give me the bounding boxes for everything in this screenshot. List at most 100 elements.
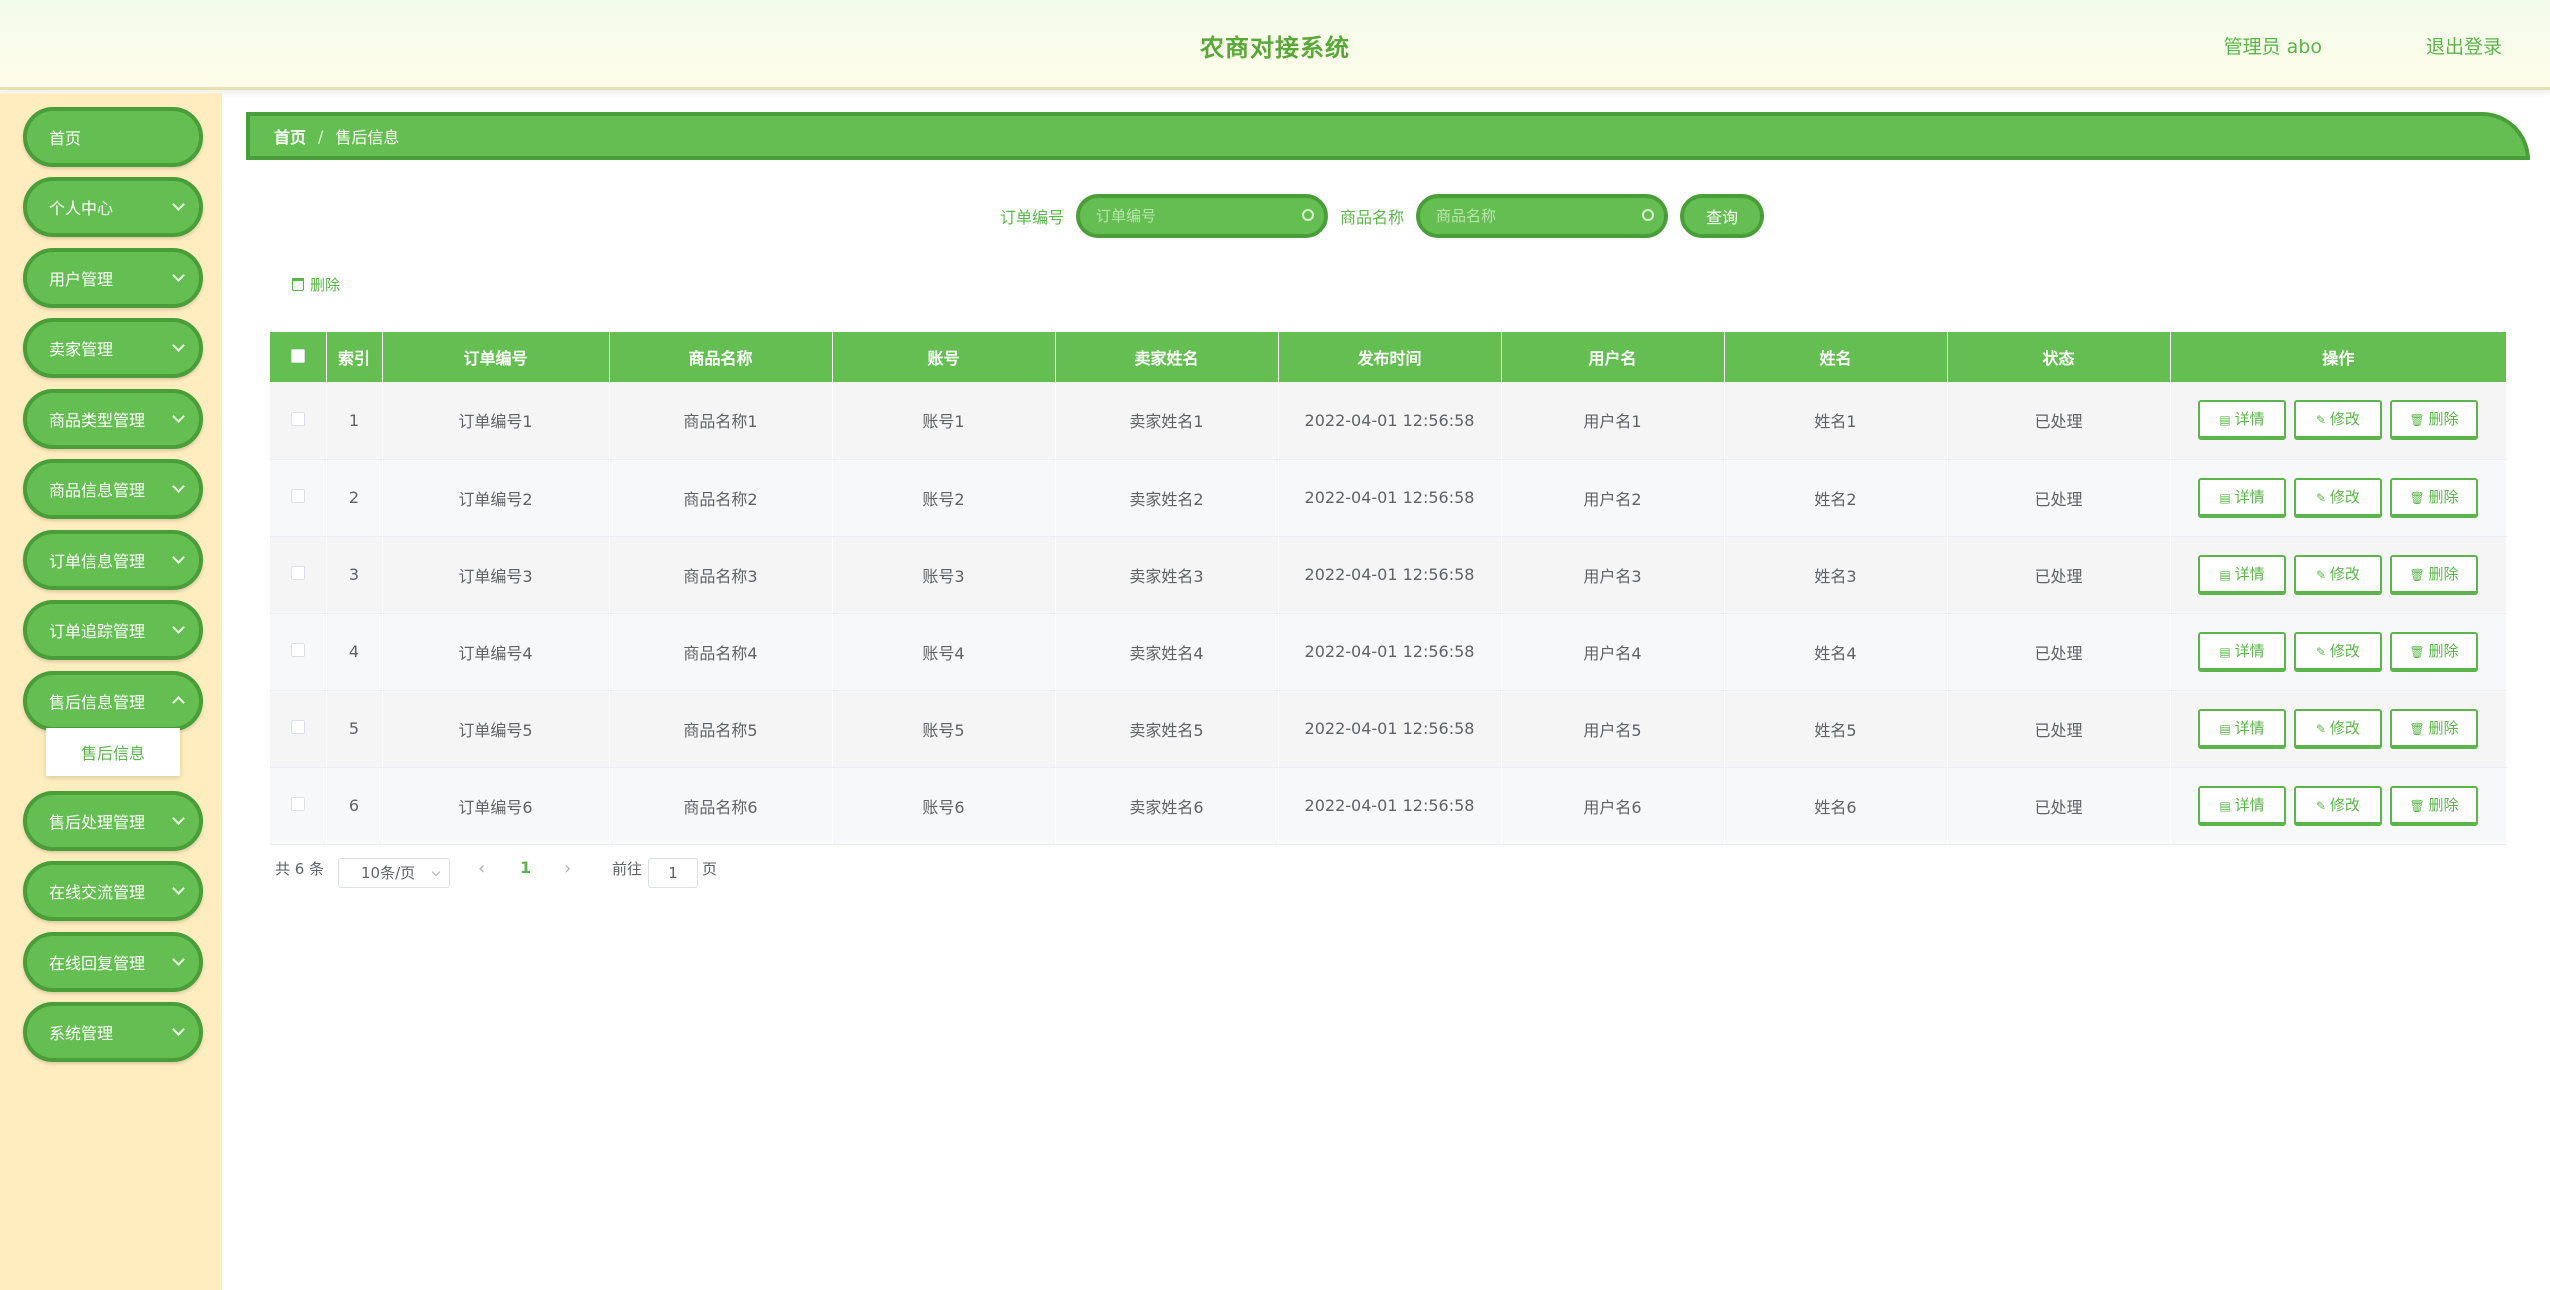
- column-header: 索引: [326, 332, 383, 382]
- page-size-value: 10条/页: [361, 864, 416, 882]
- sidebar-item-user-management[interactable]: 用户管理: [23, 248, 203, 308]
- column-header: 状态: [1947, 332, 2171, 382]
- search-icon: [1302, 209, 1314, 221]
- chevron-down-icon: [172, 269, 185, 282]
- pencil-icon: ✎: [2316, 490, 2330, 505]
- page-number-current[interactable]: 1: [520, 858, 531, 877]
- select-all-cell[interactable]: [270, 332, 327, 382]
- chevron-down-icon: [172, 621, 185, 634]
- cell-username: 用户名1: [1501, 382, 1725, 460]
- sidebar-item-online-chat-management[interactable]: 在线交流管理: [23, 861, 203, 921]
- page-size-select[interactable]: 10条/页: [338, 858, 450, 888]
- column-header: 账号: [832, 332, 1056, 382]
- cell-order: 订单编号6: [382, 767, 610, 845]
- delete-button[interactable]: 🗑 删除: [2390, 400, 2478, 441]
- detail-button[interactable]: ▤ 详情: [2198, 554, 2286, 595]
- sidebar-item-label: 首页: [49, 129, 82, 148]
- search-icon: [1642, 209, 1654, 221]
- sidebar-item-aftersales-handling-management[interactable]: 售后处理管理: [23, 791, 203, 851]
- sidebar-item-label: 商品类型管理: [49, 411, 146, 430]
- trash-icon: 🗑: [2409, 798, 2429, 813]
- delete-button[interactable]: 🗑 删除: [2390, 785, 2478, 826]
- trash-icon: 🗑: [2409, 644, 2429, 659]
- cell-product: 商品名称4: [609, 613, 833, 691]
- logout-link[interactable]: 退出登录: [2426, 32, 2502, 59]
- row-select-cell[interactable]: [270, 613, 327, 691]
- current-user: 管理员 abo: [2223, 36, 2322, 58]
- delete-button-label: 删除: [2428, 641, 2459, 660]
- delete-button[interactable]: 🗑 删除: [2390, 631, 2478, 672]
- submenu-item-aftersales-info[interactable]: 售后信息: [46, 728, 180, 776]
- row-select-cell[interactable]: [270, 459, 327, 537]
- prev-page-icon[interactable]: ‹: [478, 858, 485, 879]
- sidebar-item-online-reply-management[interactable]: 在线回复管理: [23, 932, 203, 992]
- edit-button[interactable]: ✎ 修改: [2294, 785, 2382, 826]
- sidebar-item-label: 在线回复管理: [49, 954, 146, 973]
- cell-status: 已处理: [1947, 690, 2171, 768]
- row-select-cell[interactable]: [270, 767, 327, 845]
- query-button[interactable]: 查询: [1680, 194, 1764, 238]
- column-header: 发布时间: [1278, 332, 1502, 382]
- edit-button[interactable]: ✎ 修改: [2294, 554, 2382, 595]
- next-page-icon[interactable]: ›: [564, 858, 571, 879]
- detail-button[interactable]: ▤ 详情: [2198, 785, 2286, 826]
- delete-button-label: 删除: [2428, 564, 2459, 583]
- column-header: 用户名: [1501, 332, 1725, 382]
- edit-button[interactable]: ✎ 修改: [2294, 631, 2382, 672]
- cell-seller: 卖家姓名6: [1055, 767, 1279, 845]
- chevron-down-icon: [172, 1023, 185, 1036]
- edit-button[interactable]: ✎ 修改: [2294, 400, 2382, 441]
- detail-button[interactable]: ▤ 详情: [2198, 708, 2286, 749]
- sidebar-item-product-info-management[interactable]: 商品信息管理: [23, 459, 203, 519]
- row-checkbox[interactable]: [290, 489, 305, 503]
- cell-time: 2022-04-01 12:56:58: [1278, 613, 1502, 691]
- row-checkbox[interactable]: [290, 566, 305, 580]
- product-name-input[interactable]: [1416, 194, 1668, 238]
- chevron-up-icon: [172, 696, 185, 709]
- select-all-checkbox[interactable]: [290, 348, 305, 363]
- chevron-down-icon: [172, 339, 185, 352]
- row-select-cell[interactable]: [270, 536, 327, 614]
- goto-page-input[interactable]: [648, 858, 698, 888]
- delete-button-label: 删除: [2428, 487, 2459, 506]
- cell-seller: 卖家姓名3: [1055, 536, 1279, 614]
- row-checkbox[interactable]: [290, 411, 305, 426]
- detail-button[interactable]: ▤ 详情: [2198, 477, 2286, 518]
- pencil-icon: ✎: [2316, 644, 2330, 659]
- chevron-down-icon: [172, 480, 185, 493]
- row-checkbox[interactable]: [290, 720, 305, 734]
- breadcrumb-home[interactable]: 首页: [274, 124, 306, 148]
- chevron-down-icon: [431, 867, 441, 877]
- cell-time: 2022-04-01 12:56:58: [1278, 690, 1502, 768]
- detail-button[interactable]: ▤ 详情: [2198, 631, 2286, 672]
- cell-account: 账号6: [832, 767, 1056, 845]
- edit-button[interactable]: ✎ 修改: [2294, 477, 2382, 518]
- delete-button[interactable]: 🗑 删除: [2390, 477, 2478, 518]
- edit-button[interactable]: ✎ 修改: [2294, 708, 2382, 749]
- sidebar-item-seller-management[interactable]: 卖家管理: [23, 318, 203, 378]
- batch-delete-button[interactable]: 删除: [292, 274, 340, 295]
- sidebar-item-label: 个人中心: [49, 199, 114, 218]
- row-select-cell[interactable]: [270, 690, 327, 768]
- sidebar-item-order-info-management[interactable]: 订单信息管理: [23, 530, 203, 590]
- sidebar-item-home[interactable]: 首页: [23, 107, 203, 167]
- edit-button-label: 修改: [2329, 641, 2360, 660]
- sidebar-item-order-tracking-management[interactable]: 订单追踪管理: [23, 600, 203, 660]
- sidebar-item-aftersales-info-management[interactable]: 售后信息管理: [23, 671, 203, 731]
- row-checkbox[interactable]: [290, 643, 305, 657]
- detail-button[interactable]: ▤ 详情: [2198, 400, 2286, 441]
- delete-button[interactable]: 🗑 删除: [2390, 554, 2478, 595]
- row-checkbox[interactable]: [290, 797, 305, 811]
- delete-button[interactable]: 🗑 删除: [2390, 708, 2478, 749]
- pencil-icon: ✎: [2316, 798, 2330, 813]
- table-row: 6 订单编号6 商品名称6 账号6 卖家姓名6 2022-04-01 12:56:58 用户…: [270, 767, 2507, 845]
- column-header: 商品名称: [609, 332, 833, 382]
- aftersales-table: 索引 订单编号 商品名称 账号 卖家姓名 发布时间 用户名 姓名 状态 操作 1…: [270, 332, 2507, 845]
- pencil-icon: ✎: [2316, 413, 2330, 428]
- sidebar-item-personal-center[interactable]: 个人中心: [23, 177, 203, 237]
- document-icon: ▤: [2219, 413, 2235, 428]
- order-number-input[interactable]: [1076, 194, 1328, 238]
- sidebar-item-product-type-management[interactable]: 商品类型管理: [23, 389, 203, 449]
- row-select-cell[interactable]: [270, 382, 327, 460]
- sidebar-item-system-management[interactable]: 系统管理: [23, 1002, 203, 1062]
